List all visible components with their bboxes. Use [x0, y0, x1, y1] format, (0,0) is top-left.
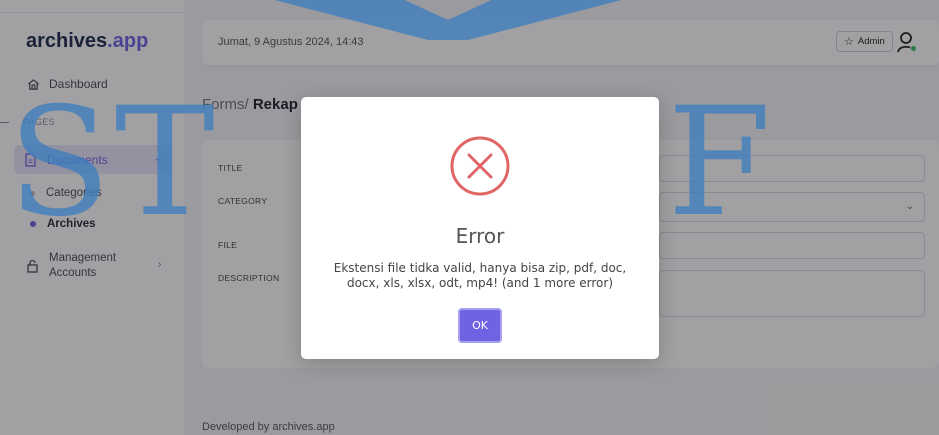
- dialog-title: Error: [455, 224, 505, 248]
- dialog-message: Ekstensi file tidka valid, hanya bisa zi…: [333, 261, 627, 290]
- error-dialog: Error Ekstensi file tidka valid, hanya b…: [301, 97, 659, 359]
- ok-button[interactable]: OK: [458, 308, 502, 343]
- error-x-icon: [449, 135, 511, 197]
